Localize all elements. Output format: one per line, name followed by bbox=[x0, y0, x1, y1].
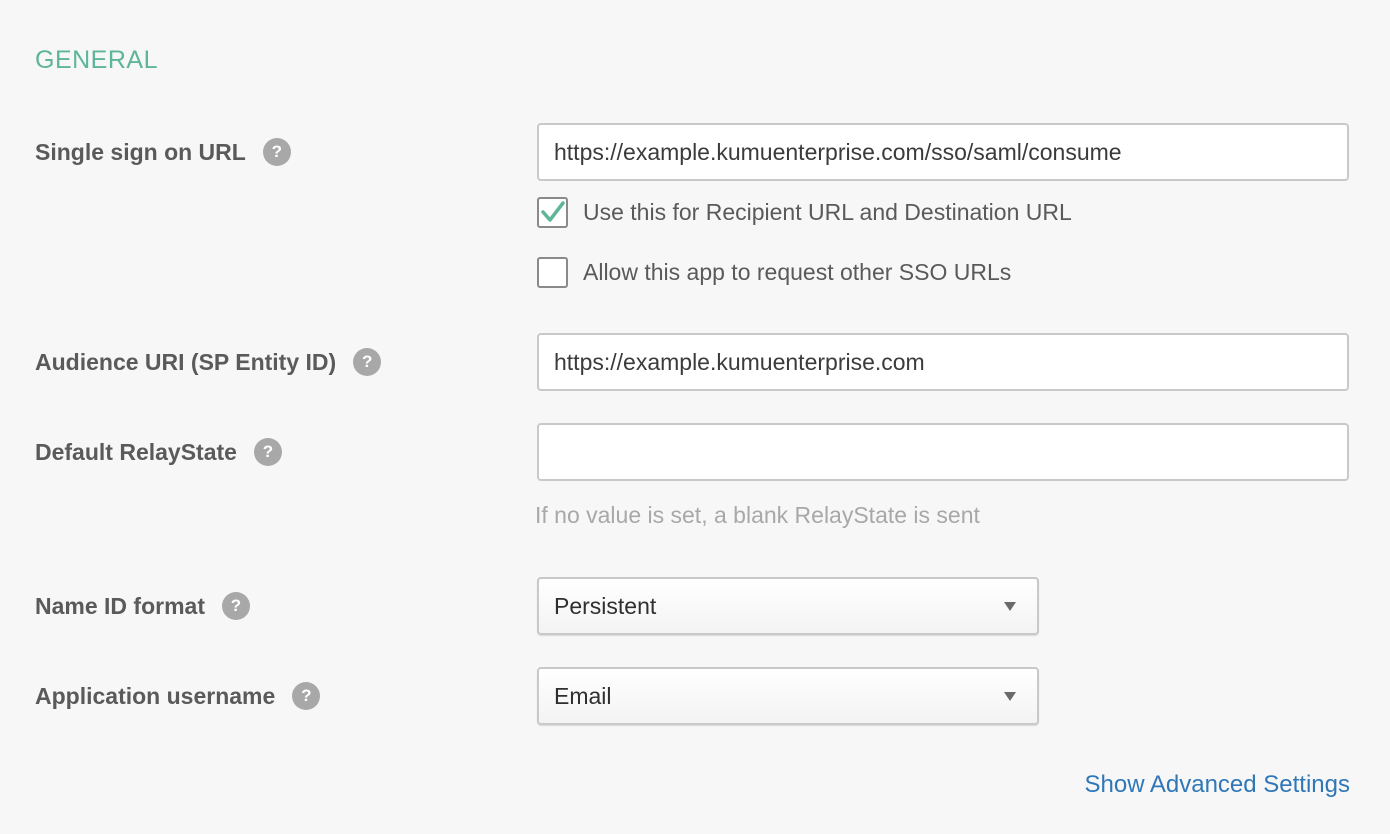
audience-uri-label: Audience URI (SP Entity ID) ? bbox=[35, 342, 382, 382]
caret-down-icon bbox=[1004, 601, 1016, 611]
help-icon[interactable]: ? bbox=[353, 348, 382, 376]
relay-state-hint: If no value is set, a blank RelayState i… bbox=[535, 502, 980, 528]
recipient-url-checkbox-label: Use this for Recipient URL and Destinati… bbox=[583, 198, 1072, 225]
app-username-value: Email bbox=[554, 682, 612, 709]
audience-uri-input[interactable] bbox=[537, 333, 1349, 391]
show-advanced-settings-link[interactable]: Show Advanced Settings bbox=[1084, 771, 1350, 799]
allow-sso-urls-checkbox[interactable] bbox=[537, 256, 568, 288]
name-id-format-label-text: Name ID format bbox=[35, 592, 205, 619]
app-username-label-text: Application username bbox=[35, 682, 276, 709]
name-id-format-label: Name ID format ? bbox=[35, 586, 250, 626]
caret-down-icon bbox=[1004, 691, 1016, 701]
checkmark-icon bbox=[540, 201, 565, 222]
help-icon[interactable]: ? bbox=[292, 682, 321, 710]
help-icon[interactable]: ? bbox=[262, 138, 291, 166]
recipient-url-checkbox[interactable] bbox=[537, 196, 568, 228]
app-username-select[interactable]: Email bbox=[537, 667, 1039, 725]
allow-sso-urls-option[interactable]: Allow this app to request other SSO URLs bbox=[537, 255, 1011, 289]
relay-state-label-text: Default RelayState bbox=[35, 438, 237, 465]
recipient-url-option[interactable]: Use this for Recipient URL and Destinati… bbox=[537, 195, 1072, 229]
relay-state-label: Default RelayState ? bbox=[35, 432, 282, 472]
help-icon[interactable]: ? bbox=[221, 592, 250, 620]
sso-url-label-text: Single sign on URL bbox=[35, 138, 246, 165]
app-username-label: Application username ? bbox=[35, 676, 321, 716]
name-id-format-select[interactable]: Persistent bbox=[537, 577, 1039, 635]
section-title: GENERAL bbox=[35, 46, 158, 74]
allow-sso-urls-checkbox-label: Allow this app to request other SSO URLs bbox=[583, 258, 1012, 285]
relay-state-input[interactable] bbox=[537, 423, 1349, 481]
general-settings-panel: GENERAL Single sign on URL ? Use this fo… bbox=[0, 0, 1390, 834]
sso-url-input[interactable] bbox=[537, 123, 1349, 181]
sso-url-label: Single sign on URL ? bbox=[35, 132, 291, 172]
audience-uri-label-text: Audience URI (SP Entity ID) bbox=[35, 348, 337, 375]
help-icon[interactable]: ? bbox=[253, 438, 282, 466]
name-id-format-value: Persistent bbox=[554, 592, 657, 619]
